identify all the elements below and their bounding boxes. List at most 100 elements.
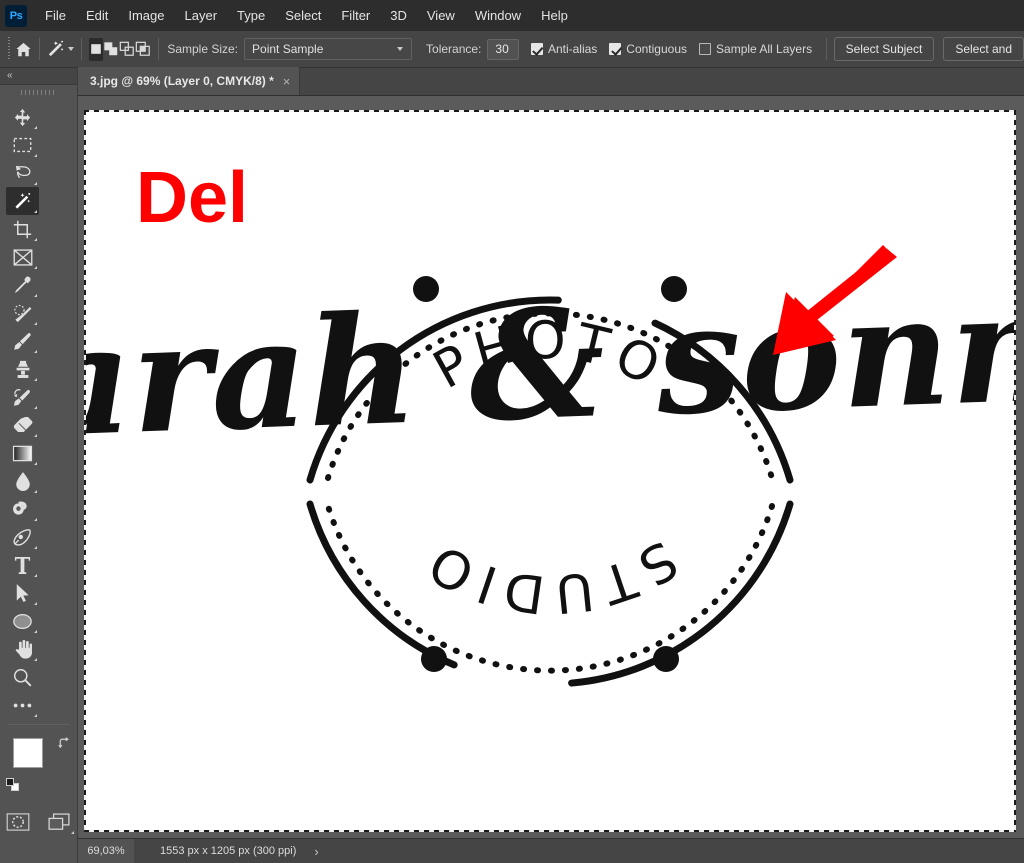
- new-selection-button[interactable]: [88, 37, 103, 61]
- quick-mask-mode-button[interactable]: [2, 808, 35, 836]
- sidebar-item-blur-tool[interactable]: [6, 467, 39, 495]
- anti-alias-checkbox[interactable]: Anti-alias: [530, 42, 597, 56]
- logo-dot-right-bottom: [653, 646, 679, 672]
- menu-item-help[interactable]: Help: [531, 3, 578, 28]
- status-expand-icon[interactable]: ›: [314, 844, 318, 859]
- document-tab[interactable]: 3.jpg @ 69% (Layer 0, CMYK/8) * ×: [78, 67, 301, 95]
- tool-flyout-triangle-icon: [34, 434, 37, 437]
- menu-bar: Ps File Edit Image Layer Type Select Fil…: [0, 0, 1024, 31]
- options-divider-3: [157, 38, 159, 60]
- home-icon[interactable]: [15, 35, 32, 63]
- magic-wand-icon[interactable]: [46, 35, 65, 63]
- tool-flyout-triangle-icon: [34, 630, 37, 633]
- tools-panel: «: [0, 68, 78, 863]
- tool-flyout-triangle-icon: [34, 350, 37, 353]
- photoshop-window: Ps File Edit Image Layer Type Select Fil…: [0, 0, 1024, 863]
- tool-flyout-triangle-icon: [34, 518, 37, 521]
- zoom-level-input[interactable]: 69,03%: [78, 838, 134, 863]
- sidebar-item-crop-tool[interactable]: [6, 215, 39, 243]
- tool-flyout-triangle-icon: [34, 322, 37, 325]
- foreground-color-swatch[interactable]: [12, 738, 43, 768]
- collapse-panel-icon[interactable]: «: [7, 71, 12, 81]
- default-colors-icon[interactable]: [5, 778, 20, 792]
- screen-mode-button[interactable]: [43, 808, 76, 836]
- status-bar: 69,03% 1553 px x 1205 px (300 ppi) ›: [78, 838, 1024, 863]
- menu-item-file[interactable]: File: [35, 3, 76, 28]
- tools-panel-grip[interactable]: [0, 85, 77, 99]
- sidebar-item-brush-tool[interactable]: [6, 327, 39, 355]
- tolerance-input[interactable]: 30: [487, 38, 519, 60]
- select-subject-button[interactable]: Select Subject: [833, 37, 935, 61]
- tool-flyout-triangle-icon: [34, 462, 37, 465]
- sidebar-item-rectangular-marquee-tool[interactable]: [6, 131, 39, 159]
- photoshop-logo-icon: Ps: [5, 4, 27, 27]
- options-bar-grip[interactable]: [6, 37, 11, 61]
- menu-item-layer[interactable]: Layer: [175, 3, 228, 28]
- sample-size-label: Sample Size:: [167, 42, 239, 56]
- menu-item-select[interactable]: Select: [275, 3, 331, 28]
- options-divider-1: [38, 38, 40, 60]
- sidebar-item-eyedropper-tool[interactable]: [6, 271, 39, 299]
- sample-all-layers-checkbox[interactable]: Sample All Layers: [699, 42, 812, 56]
- tool-flyout-triangle-icon: [34, 546, 37, 549]
- color-swatches: [5, 736, 72, 796]
- sidebar-item-edit-toolbar-tool[interactable]: [6, 691, 39, 719]
- tools-panel-header: «: [0, 68, 77, 85]
- sidebar-item-history-brush-tool[interactable]: [6, 383, 39, 411]
- sidebar-item-horizontal-type-tool[interactable]: [6, 551, 39, 579]
- select-and-mask-button[interactable]: Select and: [943, 37, 1024, 61]
- tool-flyout-triangle-icon: [34, 126, 37, 129]
- options-divider-2: [81, 38, 82, 60]
- sidebar-item-pen-tool[interactable]: [6, 523, 39, 551]
- sample-size-chevron-down-icon: [397, 47, 404, 51]
- tool-flyout-triangle-icon: [34, 154, 37, 157]
- add-to-selection-button[interactable]: [103, 38, 119, 61]
- tool-flyout-triangle-icon: [34, 294, 37, 297]
- sidebar-item-lasso-tool[interactable]: [6, 159, 39, 187]
- swap-colors-icon[interactable]: [57, 736, 70, 752]
- menu-item-type[interactable]: Type: [227, 3, 275, 28]
- tool-preset-chevron-down-icon[interactable]: [68, 47, 75, 51]
- sidebar-item-spot-healing-brush-tool[interactable]: [6, 299, 39, 327]
- sidebar-item-eraser-tool[interactable]: [6, 411, 39, 439]
- tool-flyout-triangle-icon: [34, 210, 37, 213]
- mode-buttons: [0, 808, 77, 836]
- tool-flyout-triangle-icon: [34, 182, 37, 185]
- menu-item-view[interactable]: View: [417, 3, 465, 28]
- sidebar-item-zoom-tool[interactable]: [6, 663, 39, 691]
- tolerance-label: Tolerance:: [426, 42, 482, 56]
- sidebar-item-clone-stamp-tool[interactable]: [6, 355, 39, 383]
- sidebar-item-move-tool[interactable]: [6, 103, 39, 131]
- sidebar-item-ellipse-tool[interactable]: [6, 607, 39, 635]
- logo-bottom-arc-text: STUDIO: [414, 528, 688, 624]
- options-bar: Sample Size: Point Sample Tolerance: 30 …: [0, 31, 1024, 68]
- sidebar-item-frame-tool[interactable]: [6, 243, 39, 271]
- tools-divider: [8, 724, 69, 725]
- sidebar-item-gradient-tool[interactable]: [6, 439, 39, 467]
- document-tab-title: 3.jpg @ 69% (Layer 0, CMYK/8) *: [90, 74, 274, 88]
- contiguous-checkbox[interactable]: Contiguous: [609, 42, 687, 56]
- tool-flyout-triangle-icon: [34, 658, 37, 661]
- sidebar-item-path-selection-tool[interactable]: [6, 579, 39, 607]
- tool-flyout-triangle-icon: [70, 831, 74, 834]
- sidebar-item-hand-tool[interactable]: [6, 635, 39, 663]
- canvas-page[interactable]: PHOTO STUDIO sarah & sonny Del: [84, 110, 1016, 832]
- sample-all-layers-checkbox-box: [699, 43, 712, 55]
- menu-item-image[interactable]: Image: [118, 3, 174, 28]
- sidebar-item-dodge-tool[interactable]: [6, 495, 39, 523]
- intersect-with-selection-button[interactable]: [135, 38, 151, 61]
- sample-all-layers-label: Sample All Layers: [716, 42, 813, 56]
- tool-flyout-triangle-icon: [34, 602, 37, 605]
- document-canvas[interactable]: PHOTO STUDIO sarah & sonny Del: [84, 110, 1016, 832]
- menu-item-filter[interactable]: Filter: [331, 3, 380, 28]
- canvas-work-area[interactable]: PHOTO STUDIO sarah & sonny Del: [78, 96, 1024, 838]
- options-divider-4: [826, 38, 827, 60]
- menu-item-3d[interactable]: 3D: [380, 3, 417, 28]
- menu-item-edit[interactable]: Edit: [76, 3, 118, 28]
- sidebar-item-magic-wand-tool[interactable]: [6, 187, 39, 215]
- tool-flyout-triangle-icon: [34, 490, 37, 493]
- menu-item-window[interactable]: Window: [465, 3, 531, 28]
- close-icon[interactable]: ×: [283, 75, 291, 88]
- subtract-from-selection-button[interactable]: [119, 38, 135, 61]
- sample-size-select[interactable]: Point Sample: [244, 38, 413, 60]
